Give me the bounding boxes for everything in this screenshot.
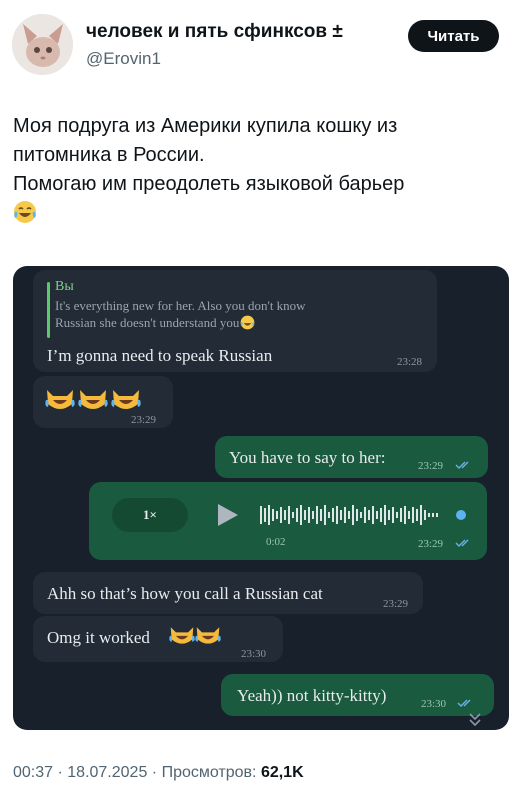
message-bubble-outgoing: You have to say to her: 23:29 <box>215 436 488 478</box>
sphynx-cat-avatar-image <box>12 14 73 75</box>
tweet-line: питомника в России. <box>13 144 205 166</box>
tweet-meta: 00:37 · 18.07.2025 · Просмотров: 62,1K <box>13 764 304 782</box>
message-time: 23:28 <box>397 356 423 368</box>
voice-duration: 0:02 <box>266 536 286 548</box>
reply-text: Russian she doesn't understand you <box>55 315 255 331</box>
message-bubble-incoming: Omg it worked 23:30 <box>33 616 283 662</box>
message-text: Yeah)) not kitty-kitty) <box>237 686 387 705</box>
message-text: I’m gonna need to speak Russian <box>47 346 273 365</box>
tweet-line: Моя подруга из Америки купила кошку из <box>13 115 398 137</box>
chevron-down-icon[interactable] <box>468 712 482 728</box>
waveform-icon[interactable] <box>260 502 474 528</box>
reply-author: Вы <box>55 279 74 294</box>
message-bubble-incoming: Ahh so that’s how you call a Russian cat… <box>33 572 423 614</box>
chat-screenshot: Вы It's everything new for her. Also you… <box>13 266 509 730</box>
message-text: Ahh so that’s how you call a Russian cat <box>47 584 323 603</box>
voice-message-bubble: 1× 0:02 23:29 <box>89 482 487 560</box>
tweet-line: Помогаю им преодолеть языковой барьер <box>13 173 405 195</box>
tweet-text: Моя подруга из Америки купила кошку из п… <box>13 112 508 228</box>
separator: · <box>147 764 162 781</box>
views-label: Просмотров: <box>161 764 257 781</box>
message-text: You have to say to her: <box>229 448 386 467</box>
tears-of-joy-emoji-icon <box>14 201 36 223</box>
avatar[interactable] <box>12 14 73 75</box>
display-name[interactable]: человек и пять сфинксов ± <box>86 21 343 43</box>
message-time: 23:29 <box>383 598 409 610</box>
tweet-time[interactable]: 00:37 <box>13 764 53 781</box>
message-time: 23:29 <box>131 414 157 426</box>
separator: · <box>53 764 68 781</box>
reply-quote-bar <box>47 282 50 338</box>
reply-text: It's everything new for her. Also you do… <box>55 298 306 313</box>
message-time: 23:29 <box>418 460 444 472</box>
playback-speed-button[interactable]: 1× <box>112 498 188 532</box>
views-count: 62,1K <box>260 764 304 781</box>
message-text: Omg it worked <box>47 628 150 647</box>
double-check-icon <box>455 461 469 469</box>
message-time: 23:29 <box>418 538 444 550</box>
message-bubble-incoming: Вы It's everything new for her. Also you… <box>33 270 437 372</box>
double-check-icon <box>457 699 471 707</box>
crying-laughing-cat-emojis-icon <box>45 390 141 409</box>
message-time: 23:30 <box>241 648 267 660</box>
message-time: 23:30 <box>421 698 447 710</box>
crying-laughing-cat-emojis-icon <box>169 627 221 644</box>
message-bubble-incoming: 23:29 <box>33 376 173 428</box>
double-check-icon <box>455 539 469 547</box>
follow-button[interactable]: Читать <box>408 20 499 52</box>
emoji-line <box>13 199 508 228</box>
tweet-date[interactable]: 18.07.2025 <box>67 764 147 781</box>
message-bubble-outgoing: Yeah)) not kitty-kitty) 23:30 <box>221 674 494 716</box>
tears-of-joy-emoji-icon <box>240 315 255 330</box>
user-handle[interactable]: @Erovin1 <box>86 49 161 69</box>
play-icon[interactable] <box>215 502 241 528</box>
